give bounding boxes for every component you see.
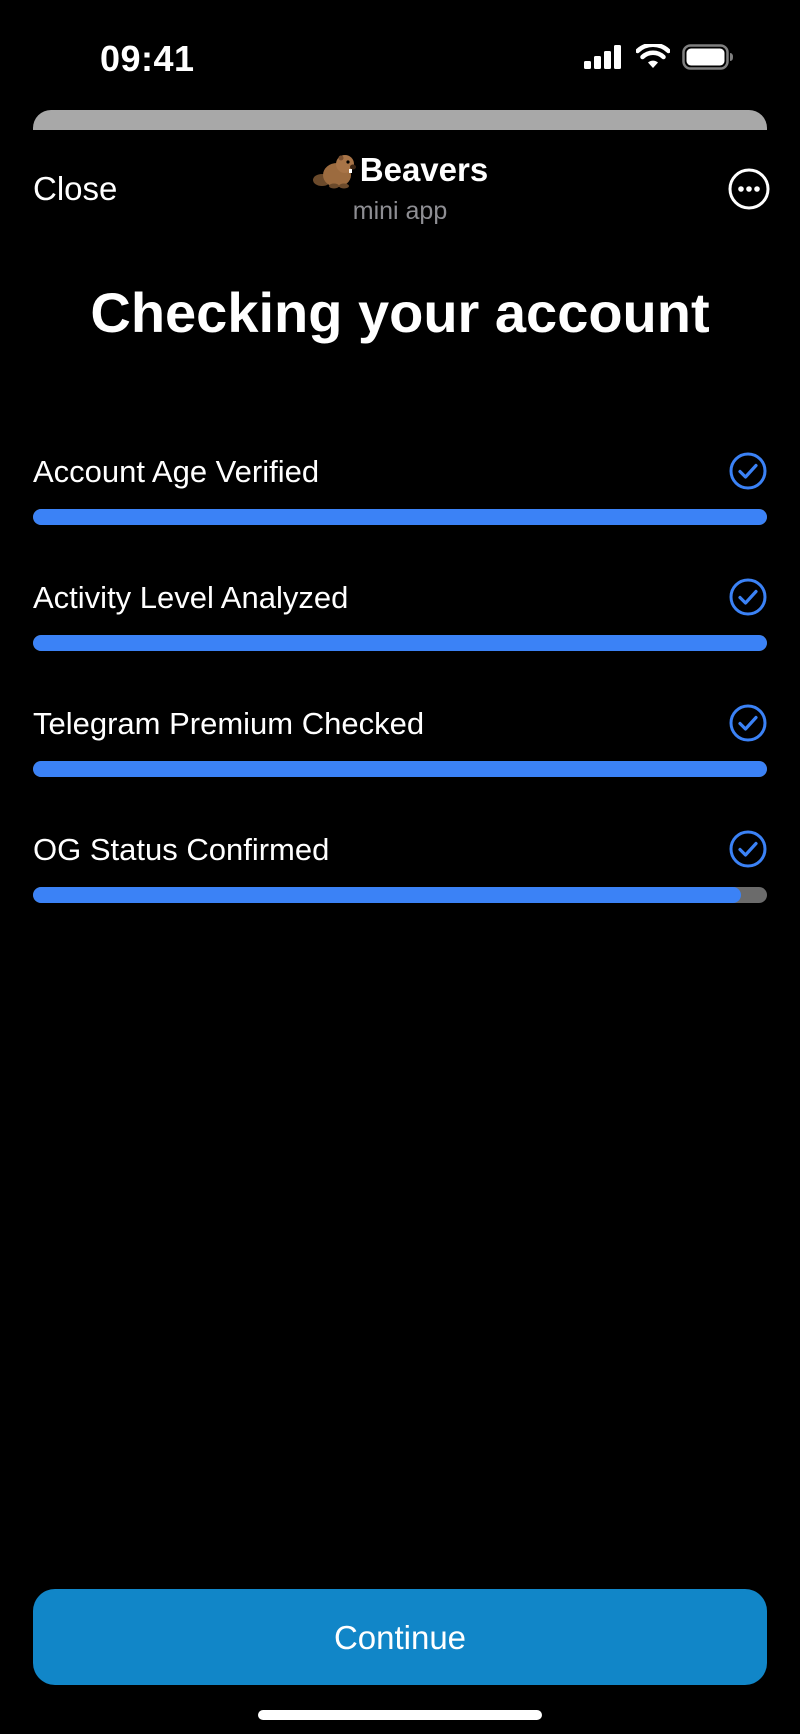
app-name: Beavers (359, 151, 489, 188)
header: Close Beavers mini app (0, 140, 800, 240)
sheet-grabber (33, 110, 767, 130)
check-label: Activity Level Analyzed (33, 580, 349, 615)
check-label: Account Age Verified (33, 454, 320, 489)
status-icons (584, 44, 734, 70)
progress-bar (33, 509, 767, 525)
check-circle-icon (729, 452, 767, 490)
check-circle-icon (729, 578, 767, 616)
check-item-telegram-premium: Telegram Premium Checked (33, 696, 767, 822)
continue-button[interactable]: Continue (33, 1589, 767, 1685)
check-item-og-status: OG Status Confirmed (33, 822, 767, 948)
progress-fill (33, 635, 767, 651)
progress-bar (33, 761, 767, 777)
status-time: 09:41 (100, 38, 195, 79)
app-title-row: Beavers (312, 150, 488, 190)
check-circle-icon (729, 704, 767, 742)
wifi-icon (636, 44, 670, 68)
progress-fill (33, 761, 767, 777)
status-bar: 09:41 (0, 0, 800, 110)
page-title: Checking your account (90, 281, 710, 344)
signal-icon (584, 45, 621, 69)
more-horizontal-icon[interactable] (728, 168, 770, 210)
checks-list: Account Age Verified Activity Level Anal… (33, 444, 767, 948)
check-item-activity-level: Activity Level Analyzed (33, 570, 767, 696)
progress-bar (33, 635, 767, 651)
progress-bar (33, 887, 767, 903)
app-subtitle: mini app (352, 197, 448, 225)
progress-fill (33, 509, 767, 525)
check-circle-icon (729, 830, 767, 868)
check-label: Telegram Premium Checked (33, 706, 425, 741)
app-title-block: Beavers mini app (0, 150, 800, 226)
check-item-account-age: Account Age Verified (33, 444, 767, 570)
home-indicator (258, 1710, 542, 1720)
check-label: OG Status Confirmed (33, 832, 330, 867)
progress-fill (33, 887, 742, 903)
beaver-emoji-icon (312, 155, 356, 189)
battery-icon (682, 44, 733, 70)
